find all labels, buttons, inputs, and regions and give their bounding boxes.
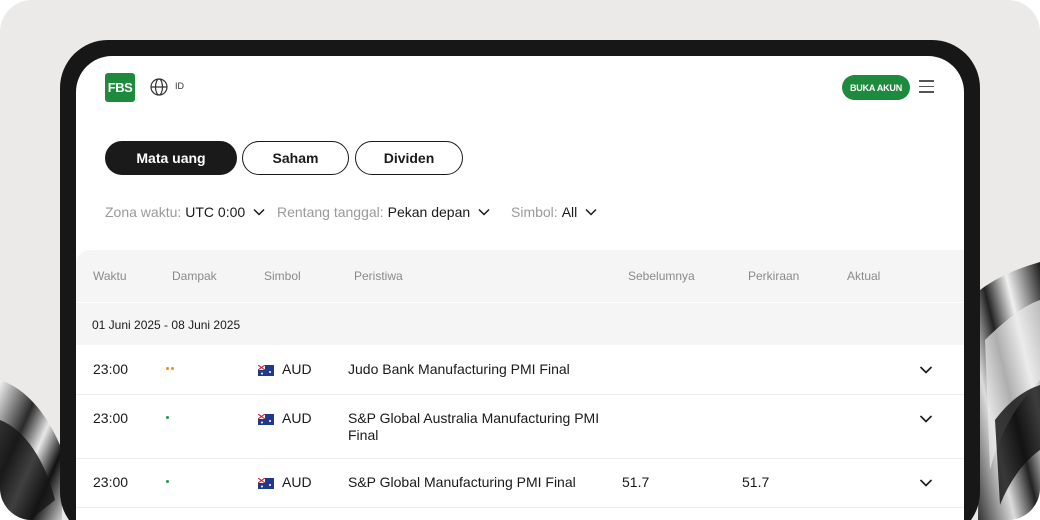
australia-flag-icon [258, 414, 274, 425]
symbol-value: All [561, 204, 578, 220]
row-symbol: AUD [282, 410, 312, 426]
globe-icon[interactable] [149, 77, 169, 97]
symbol-filter[interactable]: Simbol: All [511, 204, 597, 220]
timezone-value: UTC 0:00 [185, 204, 246, 220]
row-event: S&P Global Australia Manufacturing PMI F… [348, 410, 600, 443]
chevron-down-icon [253, 208, 265, 216]
expand-chevron-icon[interactable] [919, 365, 933, 375]
row-event: Judo Bank Manufacturing PMI Final [348, 361, 570, 377]
fbs-logo[interactable]: FBS [105, 73, 135, 102]
column-event: Peristiwa [354, 269, 403, 283]
australia-flag-icon [258, 478, 274, 489]
row-time: 23:00 [93, 410, 129, 426]
column-actual: Aktual [847, 269, 881, 283]
column-time: Waktu [93, 269, 127, 283]
table-row[interactable]: 23:00 AUD S&P Global Australia Manufactu… [76, 395, 964, 459]
timezone-filter[interactable]: Zona waktu: UTC 0:00 [105, 204, 265, 220]
date-range-value: Pekan depan [387, 204, 471, 220]
timezone-label: Zona waktu: [105, 204, 182, 220]
date-range-label: Rentang tanggal: [277, 204, 384, 220]
row-forecast: 51.7 [742, 474, 770, 490]
impact-indicator [166, 416, 169, 419]
table-header: Waktu Dampak Simbol Peristiwa Sebelumnya… [76, 250, 964, 302]
date-group-header: 01 Juni 2025 - 08 Juni 2025 [76, 303, 964, 345]
column-forecast: Perkiraan [748, 269, 800, 283]
tab-dividends[interactable]: Dividen [355, 141, 463, 175]
expand-chevron-icon[interactable] [919, 414, 933, 424]
chevron-down-icon [478, 208, 490, 216]
table-row[interactable]: 23:00 AUD S&P Global Manufacturing PMI F… [76, 459, 964, 508]
row-time: 23:00 [93, 361, 129, 377]
impact-indicator [166, 367, 174, 370]
column-previous: Sebelumnya [628, 269, 695, 283]
row-symbol: AUD [282, 361, 312, 377]
language-selector[interactable]: ID [175, 81, 184, 91]
open-account-button[interactable]: BUKA AKUN [842, 75, 910, 100]
date-range-text: 01 Juni 2025 - 08 Juni 2025 [92, 318, 241, 332]
impact-indicator [166, 480, 169, 483]
expand-chevron-icon[interactable] [919, 478, 933, 488]
tab-currency[interactable]: Mata uang [105, 141, 237, 175]
australia-flag-icon [258, 365, 274, 376]
chevron-down-icon [585, 208, 597, 216]
background-stage: FBS ID BUKA AKUN Mata uang Saham Dividen… [0, 0, 1040, 520]
row-time: 23:00 [93, 474, 129, 490]
symbol-label: Simbol: [511, 204, 558, 220]
row-event: S&P Global Manufacturing PMI Final [348, 474, 576, 490]
table-row[interactable]: 23:00 AUD Judo Bank Manufacturing PMI Fi… [76, 346, 964, 395]
tab-stocks[interactable]: Saham [242, 141, 349, 175]
app-screen: FBS ID BUKA AKUN Mata uang Saham Dividen… [76, 56, 964, 520]
column-impact: Dampak [172, 269, 217, 283]
row-symbol: AUD [282, 474, 312, 490]
row-previous: 51.7 [622, 474, 650, 490]
column-symbol: Simbol [264, 269, 301, 283]
hamburger-menu-icon[interactable] [919, 80, 934, 94]
date-range-filter[interactable]: Rentang tanggal: Pekan depan [277, 204, 490, 220]
